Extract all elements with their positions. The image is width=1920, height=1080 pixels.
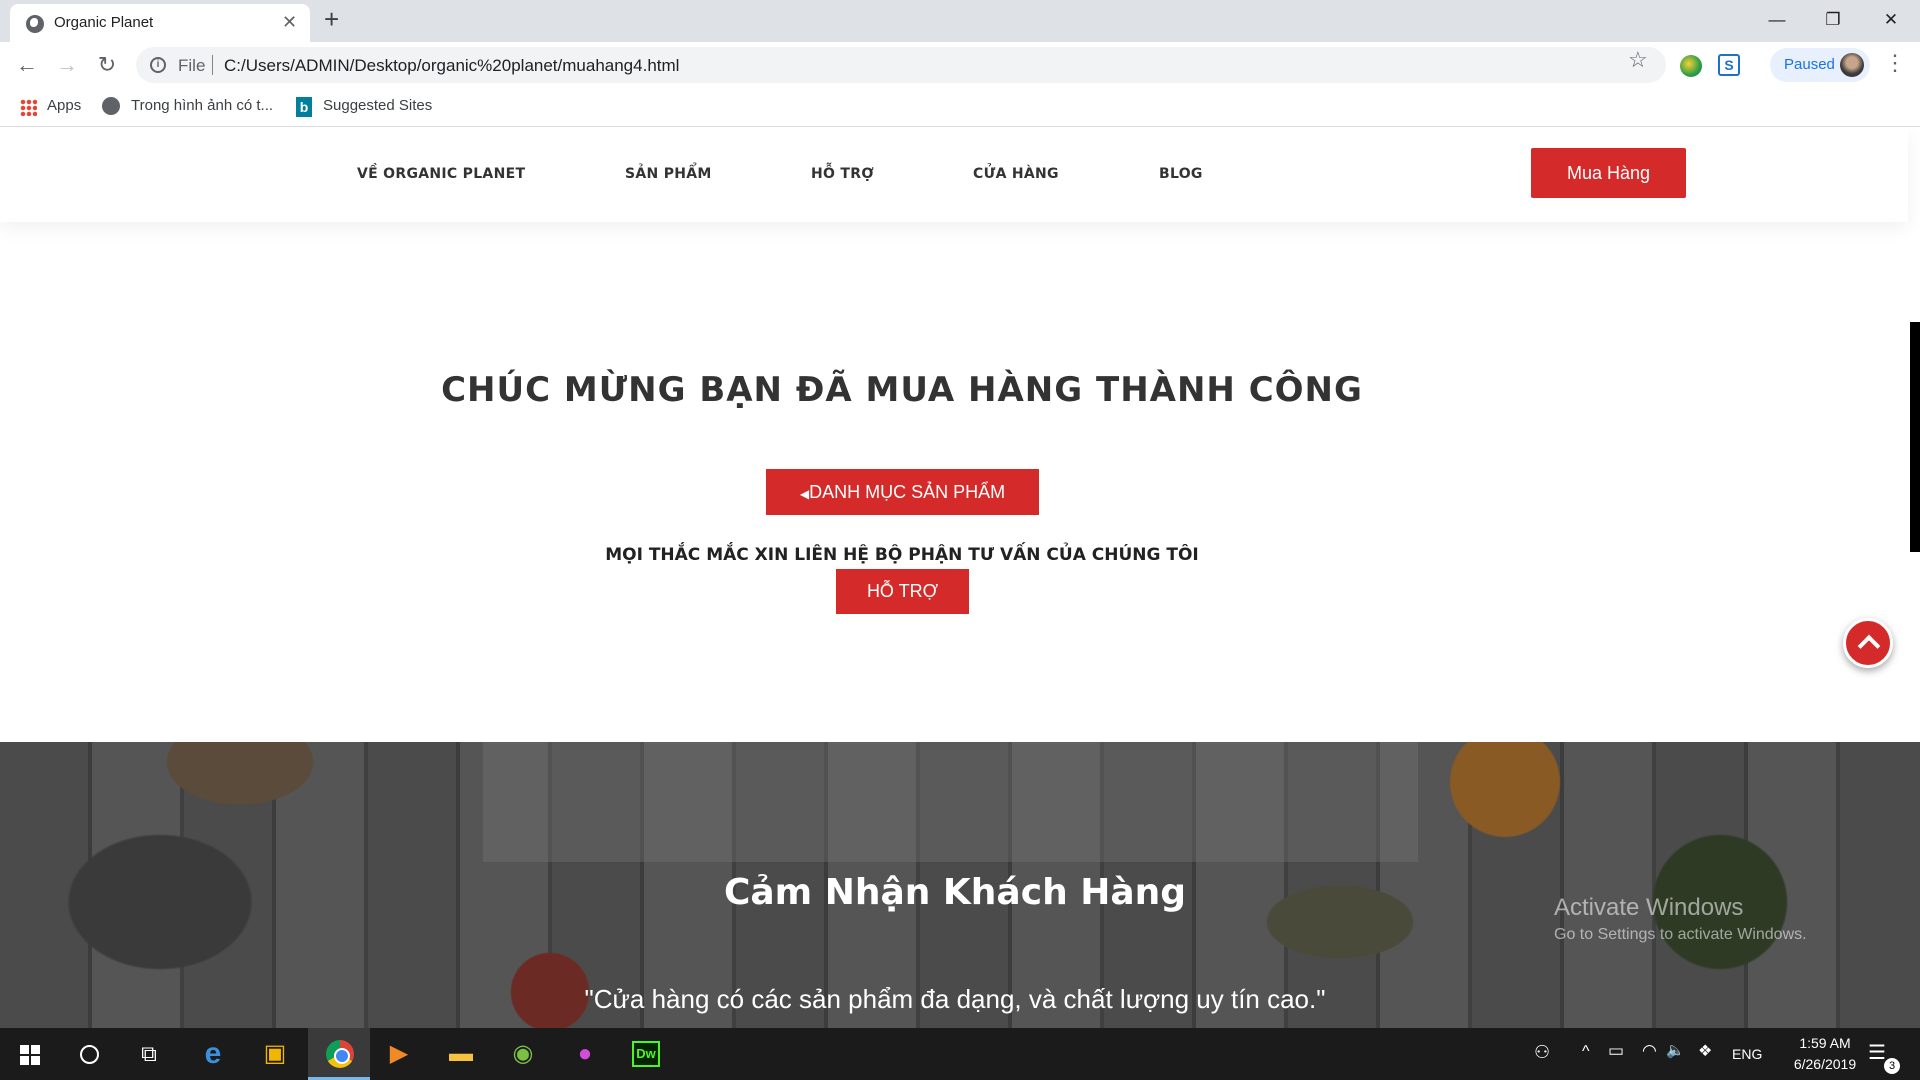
page-viewport: VỀ ORGANIC PLANET SẢN PHẨM HỖ TRỢ CỬA HÀ… xyxy=(0,128,1920,1028)
maximize-button[interactable]: ❐ xyxy=(1810,4,1856,36)
green-app-icon[interactable]: ◉ xyxy=(492,1028,554,1080)
bookmarks-bar: Apps Trong hình ảnh có t... b Suggested … xyxy=(0,87,1920,127)
task-view-icon[interactable]: ⧉ xyxy=(118,1028,180,1080)
people-icon[interactable]: ⚇ xyxy=(1534,1042,1550,1063)
language-indicator[interactable]: ENG xyxy=(1732,1046,1762,1062)
clock-date[interactable]: 6/26/2019 xyxy=(1780,1056,1870,1072)
product-catalog-label: DANH MỤC SẢN PHẨM xyxy=(809,482,1006,502)
media-player-icon[interactable]: ▶ xyxy=(368,1028,430,1080)
activate-windows-title: Activate Windows xyxy=(1554,894,1744,921)
address-bar[interactable]: i File C:/Users/ADMIN/Desktop/organic%20… xyxy=(136,47,1666,83)
globe-favicon-icon xyxy=(26,15,44,33)
notification-count-badge: 3 xyxy=(1884,1058,1900,1074)
bookmark-star-icon[interactable]: ☆ xyxy=(1628,47,1648,73)
testimonial-band xyxy=(483,742,1418,862)
dreamweaver-icon[interactable]: Dw xyxy=(632,1041,660,1067)
activate-windows-subtitle: Go to Settings to activate Windows. xyxy=(1554,926,1807,943)
apps-grid-icon xyxy=(20,99,37,116)
nav-about[interactable]: VỀ ORGANIC PLANET xyxy=(357,166,525,182)
bookmark-suggested-sites[interactable]: Suggested Sites xyxy=(323,97,432,114)
bing-icon: b xyxy=(296,97,312,117)
caret-left-icon: ◀ xyxy=(799,487,810,501)
buy-button[interactable]: Mua Hàng xyxy=(1531,148,1686,198)
edge-icon[interactable]: e xyxy=(182,1028,244,1080)
address-url[interactable]: C:/Users/ADMIN/Desktop/organic%20planet/… xyxy=(224,56,679,76)
clock-time[interactable]: 1:59 AM xyxy=(1780,1035,1870,1051)
address-separator xyxy=(212,55,213,75)
extension-globe-icon[interactable] xyxy=(1680,55,1702,77)
tab-close-icon[interactable]: ✕ xyxy=(282,12,297,33)
profile-button[interactable]: Paused xyxy=(1770,48,1870,82)
bookmark-image-search[interactable]: Trong hình ảnh có t... xyxy=(131,97,273,114)
globe-icon xyxy=(102,97,120,115)
chrome-icon xyxy=(326,1040,354,1068)
support-button[interactable]: HỖ TRỢ xyxy=(836,569,969,614)
nav-products[interactable]: SẢN PHẨM xyxy=(625,166,712,182)
back-button[interactable]: ← xyxy=(12,50,42,80)
balloon-app-icon[interactable]: ● xyxy=(554,1028,616,1080)
product-catalog-button[interactable]: ◀DANH MỤC SẢN PHẨM xyxy=(766,469,1039,515)
info-icon[interactable]: i xyxy=(150,57,166,73)
dropbox-icon[interactable]: ❖ xyxy=(1698,1041,1712,1061)
chevron-up-icon[interactable]: ^ xyxy=(1582,1043,1590,1061)
reload-button[interactable]: ↻ xyxy=(92,50,122,80)
file-explorer-icon[interactable]: ▬ xyxy=(430,1028,492,1080)
nav-support[interactable]: HỖ TRỢ xyxy=(811,166,874,182)
nav-stores[interactable]: CỬA HÀNG xyxy=(973,166,1059,182)
address-scheme-label: File xyxy=(178,56,206,75)
browser-toolbar: ← → ↻ i File C:/Users/ADMIN/Desktop/orga… xyxy=(0,42,1920,87)
windows-start-icon[interactable] xyxy=(20,1045,40,1065)
browser-tab-strip: Organic Planet ✕ + — ❐ ✕ xyxy=(0,0,1920,42)
kebab-menu-icon[interactable]: ⋮ xyxy=(1884,50,1906,76)
forward-button[interactable]: → xyxy=(52,50,82,80)
close-window-button[interactable]: ✕ xyxy=(1868,4,1914,36)
site-header: VỀ ORGANIC PLANET SẢN PHẨM HỖ TRỢ CỬA HÀ… xyxy=(0,128,1908,222)
taskbar: ⧉ e ▣ ▶ ▬ ◉ ● Dw ⚇ ^ ▭ ◠ 🔈 ❖ ENG 1:59 AM… xyxy=(0,1028,1920,1080)
minimize-button[interactable]: — xyxy=(1754,4,1800,36)
testimonial-section: Cảm Nhận Khách Hàng "Cửa hàng có các sản… xyxy=(0,742,1920,1028)
tab-title: Organic Planet xyxy=(54,14,154,31)
support-note: MỌI THẮC MẮC XIN LIÊN HỆ BỘ PHẬN TƯ VẤN … xyxy=(605,545,1199,565)
battery-icon[interactable]: ▭ xyxy=(1608,1041,1624,1061)
browser-tab[interactable]: Organic Planet ✕ xyxy=(10,4,310,42)
avatar xyxy=(1840,53,1864,77)
page-title: CHÚC MỪNG BẠN ĐÃ MUA HÀNG THÀNH CÔNG xyxy=(441,370,1363,410)
notification-icon[interactable]: ☰ xyxy=(1868,1040,1886,1065)
testimonial-quote: "Cửa hàng có các sản phẩm đa dạng, và ch… xyxy=(584,984,1326,1014)
extension-s-icon[interactable]: S xyxy=(1718,54,1740,76)
profile-status: Paused xyxy=(1784,56,1835,73)
scroll-to-top-button[interactable] xyxy=(1843,618,1893,668)
store-icon[interactable]: ▣ xyxy=(244,1028,306,1080)
new-tab-button[interactable]: + xyxy=(324,4,339,35)
wifi-icon[interactable]: ◠ xyxy=(1642,1041,1657,1061)
cortana-search-icon[interactable] xyxy=(80,1045,99,1064)
scrollbar-thumb[interactable] xyxy=(1910,322,1920,552)
nav-blog[interactable]: BLOG xyxy=(1159,166,1203,182)
bookmark-apps[interactable]: Apps xyxy=(47,97,81,114)
volume-icon[interactable]: 🔈 xyxy=(1666,1041,1685,1059)
